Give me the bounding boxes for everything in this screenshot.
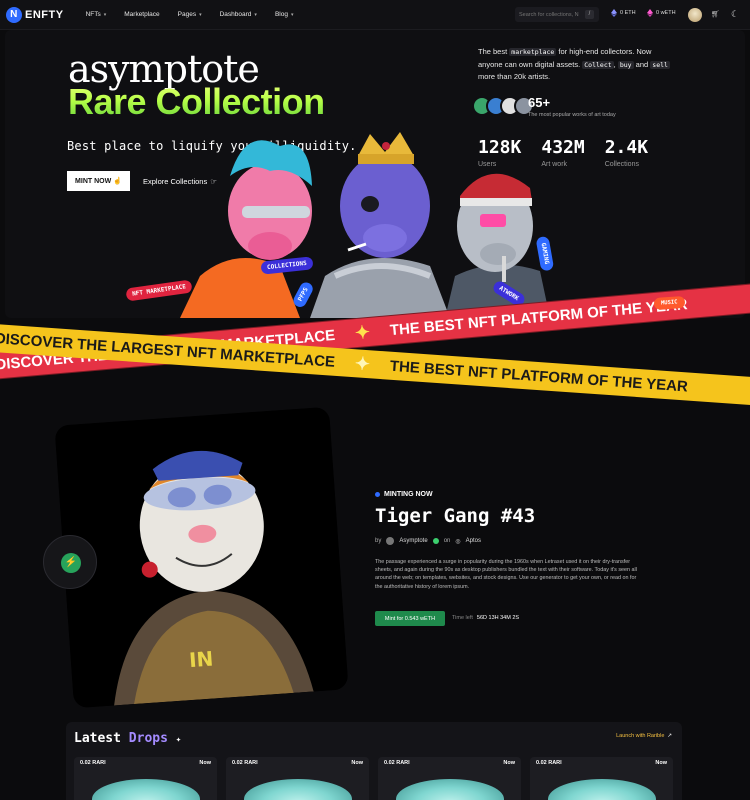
time-left: Time left 56D 13H 34M 2S [452, 615, 520, 621]
svg-text:IN: IN [188, 646, 214, 672]
drops-title: Latest Drops ✦ [74, 731, 182, 746]
minting-status: MINTING NOW [375, 491, 433, 498]
wallet-eth-balance[interactable]: 0 ETH [611, 9, 636, 17]
mint-now-button[interactable]: MINT NOW ☝ [67, 171, 130, 191]
chevron-down-icon: ▾ [290, 11, 294, 18]
gray-ape-character [445, 173, 550, 318]
lightning-icon: ⚡ [61, 553, 81, 573]
ethereum-icon [611, 9, 617, 17]
hand-icon: ☝ [113, 178, 122, 185]
stat-collections: 2.4K Collections [604, 137, 649, 168]
hero-section: asymptote Rare Collection Best place to … [5, 30, 745, 318]
purple-king-character [310, 132, 450, 318]
artists-caption: The most popular works of art today [528, 112, 616, 118]
hero-intro: The best marketplace for high-end collec… [478, 47, 670, 81]
drop-image [396, 779, 504, 800]
tiger-illustration: IN [54, 406, 349, 709]
featured-nft-image[interactable]: IN [54, 406, 349, 709]
nft-title: Tiger Gang #43 [375, 505, 536, 527]
cart-icon[interactable]: 🛒︎ [711, 10, 720, 18]
nav-item-blog[interactable]: Blog ▾ [267, 11, 304, 18]
creator-link[interactable]: Asymptote [399, 538, 427, 544]
sparkle-icon: ✦ [354, 321, 371, 343]
nft-byline: by Asymptote on ◎ Aptos [375, 537, 481, 545]
nav-item-nfts[interactable]: NFTs ▾ [78, 11, 117, 18]
drop-card[interactable]: 0.02 RARI Now [74, 757, 217, 800]
artists-count: 65+ [528, 95, 551, 110]
nav-links: NFTs ▾ Marketplace Pages ▾ Dashboard ▾ Blog… [78, 11, 304, 18]
chevron-down-icon: ▾ [103, 11, 107, 18]
moon-icon[interactable]: ☾ [731, 9, 739, 20]
nav-item-dashboard[interactable]: Dashboard ▾ [212, 11, 267, 18]
creator-avatar [386, 537, 395, 545]
nav-item-marketplace[interactable]: Marketplace [116, 11, 169, 18]
enter-web3-badge[interactable]: ⚡ [43, 535, 97, 589]
drop-card[interactable]: 0.02 RARI Now [530, 757, 673, 800]
status-dot-icon [375, 492, 380, 497]
user-avatar[interactable] [688, 8, 702, 22]
chevron-down-icon: ▾ [254, 11, 257, 18]
tag-music: MUSIC [653, 295, 685, 311]
logo-icon: N [6, 6, 22, 23]
verified-icon [432, 538, 439, 544]
nav-item-pages[interactable]: Pages ▾ [170, 11, 212, 18]
chevron-down-icon: ▾ [199, 11, 202, 18]
drop-card[interactable]: 0.02 RARI Now [378, 757, 521, 800]
nft-description: The passage experienced a surge in popul… [375, 559, 637, 590]
artist-avatars [472, 96, 534, 116]
drop-card[interactable]: 0.02 RARI Now [226, 757, 369, 800]
arrow-up-right-icon: ↗ [667, 733, 672, 739]
chain-link[interactable]: Aptos [466, 538, 481, 544]
hero-title: Rare Collection [68, 81, 325, 122]
pink-ape-character [180, 140, 312, 318]
drop-image [244, 779, 352, 800]
latest-drops-section: Latest Drops ✦ Launch with Rarible ↗ 0.02… [66, 722, 682, 800]
launch-with-rarible-link[interactable]: Launch with Rarible ↗ [616, 733, 672, 739]
top-nav: N ENFTY NFTs ▾ Marketplace Pages ▾ Dashboa… [0, 0, 750, 30]
search-shortcut-key: / [585, 10, 594, 19]
ethereum-icon [647, 9, 653, 17]
wallet-weth-balance[interactable]: 0 wETH [647, 9, 676, 17]
mint-for-button[interactable]: Mint for 0.543 wETH [375, 611, 445, 626]
search-box[interactable]: / [515, 7, 599, 22]
search-input[interactable] [519, 11, 585, 18]
sparkle-icon: ✦ [354, 352, 371, 374]
sparkle-icon: ✦ [175, 735, 182, 745]
drop-image [92, 779, 200, 800]
brand-name: ENFTY [25, 8, 64, 21]
globe-icon: ◎ [455, 538, 461, 545]
drop-image [548, 779, 656, 800]
brand-logo[interactable]: N ENFTY [6, 6, 64, 23]
